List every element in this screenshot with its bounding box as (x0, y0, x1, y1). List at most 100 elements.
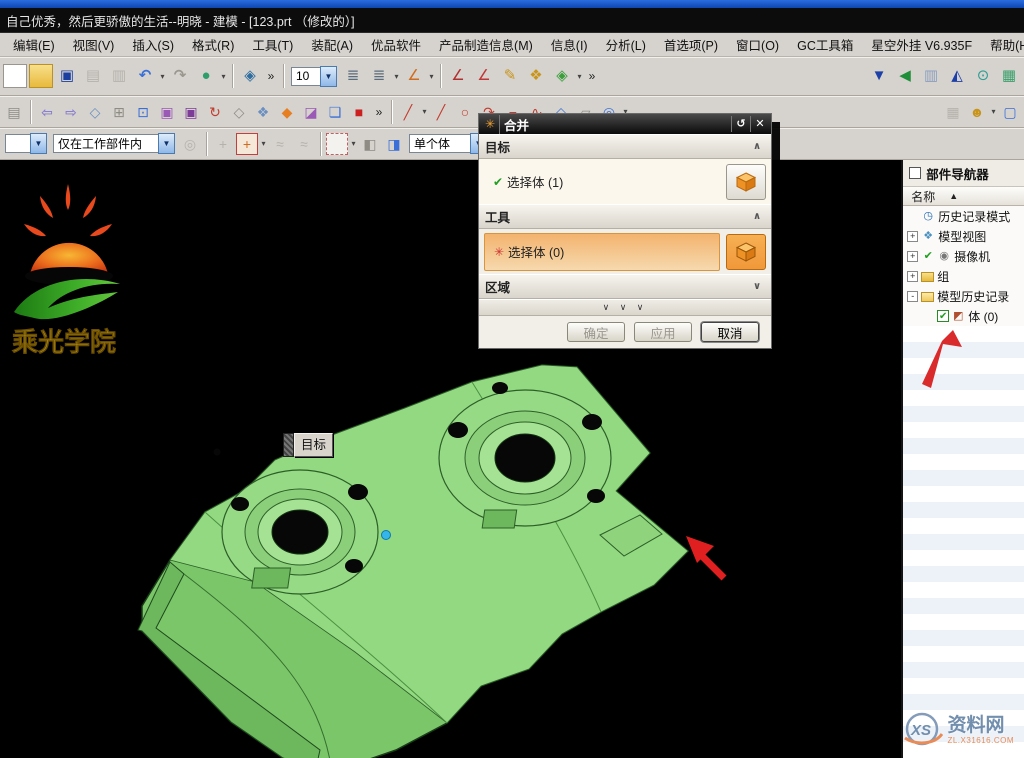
tool-body-button[interactable] (726, 234, 766, 270)
model-3d-body[interactable] (120, 330, 880, 758)
forward-icon[interactable]: ⇨ (60, 101, 82, 123)
menu-item-1[interactable]: 视图(V) (64, 33, 124, 56)
tool-section-header[interactable]: 工具 ∧ (479, 204, 771, 229)
line-curve-icon[interactable]: ╱ (397, 101, 419, 123)
dialog-reset-icon[interactable]: ↺ (731, 116, 750, 132)
panel-pin-icon[interactable] (909, 167, 921, 179)
dropdown-arrow-icon[interactable]: ▼ (320, 66, 337, 87)
menu-list-icon[interactable]: ▤ (3, 101, 25, 123)
copy-disabled-icon[interactable]: ▤ (81, 64, 105, 88)
collapse-icon[interactable]: - (907, 291, 918, 302)
open-file-icon[interactable] (29, 64, 53, 88)
name-column-header[interactable]: 名称 ▲ (903, 187, 1024, 206)
circle-curve-icon[interactable]: ○ (454, 101, 476, 123)
menu-item-11[interactable]: 窗口(O) (727, 33, 788, 56)
expand-icon[interactable]: + (907, 271, 918, 282)
user-roles-icon[interactable]: ☻ (966, 101, 988, 123)
snap-caret-icon[interactable]: ▾ (259, 139, 268, 148)
section-view-icon[interactable]: ▦ (997, 64, 1021, 88)
expand-icon[interactable]: + (907, 251, 918, 262)
show-hide-icon[interactable]: ❏ (324, 101, 346, 123)
rotate-reference-icon[interactable]: ↻ (204, 101, 226, 123)
tree-item[interactable]: +❖模型视图 (903, 226, 1024, 246)
orient-cube-icon[interactable]: ▣ (180, 101, 202, 123)
menu-item-4[interactable]: 工具(T) (243, 33, 302, 56)
paint-brush-icon[interactable]: ✎ (498, 64, 522, 88)
target-section-header[interactable]: 目标 ∧ (479, 134, 771, 159)
overflow-chevron-2[interactable]: » (586, 69, 598, 83)
layer-settings-icon[interactable]: ≣ (341, 64, 365, 88)
marquee-select-icon[interactable] (326, 133, 348, 155)
menu-item-7[interactable]: 产品制造信息(M) (430, 33, 542, 56)
book-pages-icon[interactable]: ▥ (919, 64, 943, 88)
menu-item-3[interactable]: 格式(R) (183, 33, 243, 56)
solid-box-icon[interactable]: ◨ (383, 133, 405, 155)
scope-filter-combo[interactable]: 仅在工作部件内▼ (53, 133, 175, 154)
menu-item-8[interactable]: 信息(I) (542, 33, 597, 56)
wcs-caret-icon[interactable]: ▾ (427, 72, 436, 81)
pmi-info-icon[interactable]: ◈ (238, 64, 262, 88)
dropdown-arrow-icon[interactable]: ▼ (30, 133, 47, 154)
tool-select-row[interactable]: ✳ 选择体 (0) (479, 229, 771, 274)
undo-icon[interactable]: ↶ (133, 64, 157, 88)
sketch-line-icon[interactable]: ╱ (430, 101, 452, 123)
visual-prefs-caret-icon[interactable]: ▾ (575, 72, 584, 81)
edge-display-icon[interactable]: ▢ (999, 101, 1021, 123)
expand-chevron-icon[interactable]: ∨ (749, 281, 765, 292)
menu-item-13[interactable]: 星空外挂 V6.935F (862, 33, 981, 56)
cancel-button[interactable]: 取消 (701, 322, 759, 342)
part-navigator-header[interactable]: 部件导航器 (903, 160, 1024, 187)
collapse-chevron-icon[interactable]: ∧ (749, 141, 765, 152)
type-filter-combo-value[interactable] (5, 134, 30, 153)
overflow-chevron-1[interactable]: » (265, 69, 277, 83)
red-cube-icon[interactable]: ■ (348, 101, 370, 123)
line-caret-icon[interactable]: ▾ (420, 107, 429, 116)
body-filter-combo[interactable]: 单个体▼ (409, 133, 487, 154)
pan-tool-icon[interactable]: ❖ (252, 101, 274, 123)
menu-item-2[interactable]: 插入(S) (123, 33, 183, 56)
dropdown-arrow-icon[interactable]: ▼ (158, 133, 175, 154)
user-roles-caret-icon[interactable]: ▾ (989, 107, 998, 116)
collapse-chevron-icon[interactable]: ∧ (749, 211, 765, 222)
apply-button[interactable]: 应用 (634, 322, 692, 342)
grid-disabled-icon[interactable]: ▦ (942, 101, 964, 123)
snap-point-icon[interactable]: + (236, 133, 258, 155)
find-component-icon[interactable]: ◎ (179, 133, 201, 155)
layer-caret-icon[interactable]: ▾ (392, 72, 401, 81)
display-part-icon[interactable]: ● (194, 64, 218, 88)
redo-icon[interactable]: ↷ (168, 64, 192, 88)
marquee-caret-icon[interactable]: ▾ (349, 139, 358, 148)
menu-item-12[interactable]: GC工具箱 (788, 33, 862, 56)
tooltip-drag-handle-icon[interactable] (283, 433, 294, 457)
csys-origin-icon[interactable]: ∠ (446, 64, 470, 88)
save-icon[interactable]: ▣ (55, 64, 79, 88)
new-file-icon[interactable] (3, 64, 27, 88)
fit-view-icon[interactable]: ⊡ (132, 101, 154, 123)
display-part-caret-icon[interactable]: ▾ (219, 72, 228, 81)
layer-visible-in-view-icon[interactable]: ≣ (367, 64, 391, 88)
dialog-collapse-strip[interactable]: ∨ ∨ ∨ (479, 299, 771, 316)
merge-dialog-titlebar[interactable]: ✳ 合并 ↺ ✕ (479, 114, 771, 134)
palette-icon[interactable]: ❖ (524, 64, 548, 88)
type-filter-combo[interactable]: ▼ (5, 133, 47, 154)
overflow-chevron-3[interactable]: » (373, 105, 385, 119)
snap-curve-icon[interactable]: ≈ (269, 133, 291, 155)
tree-item[interactable]: ◷历史记录模式 (903, 206, 1024, 226)
work-layer-combo-value[interactable]: 10 (291, 67, 320, 86)
edit-object-display-icon[interactable]: ◪ (300, 101, 322, 123)
funnel-green-icon[interactable]: ◀ (893, 64, 917, 88)
snap-face-icon[interactable]: ≈ (293, 133, 315, 155)
paste-disabled-icon[interactable]: ▥ (107, 64, 131, 88)
back-icon[interactable]: ⇦ (36, 101, 58, 123)
menu-item-10[interactable]: 首选项(P) (655, 33, 727, 56)
tree-item[interactable]: -模型历史记录 (903, 286, 1024, 306)
undo-caret-icon[interactable]: ▾ (158, 72, 167, 81)
body-filter-combo-value[interactable]: 单个体 (409, 134, 470, 153)
target-select-row[interactable]: ✔ 选择体 (1) (479, 159, 771, 204)
draft-analysis-icon[interactable]: ◭ (945, 64, 969, 88)
extrude-blue-icon[interactable]: ▼ (867, 64, 891, 88)
ok-button[interactable]: 确定 (567, 322, 625, 342)
work-layer-combo[interactable]: 10▼ (291, 66, 337, 87)
shaded-view-icon[interactable]: ◆ (276, 101, 298, 123)
wcs-dynamics-icon[interactable]: ∠ (402, 64, 426, 88)
